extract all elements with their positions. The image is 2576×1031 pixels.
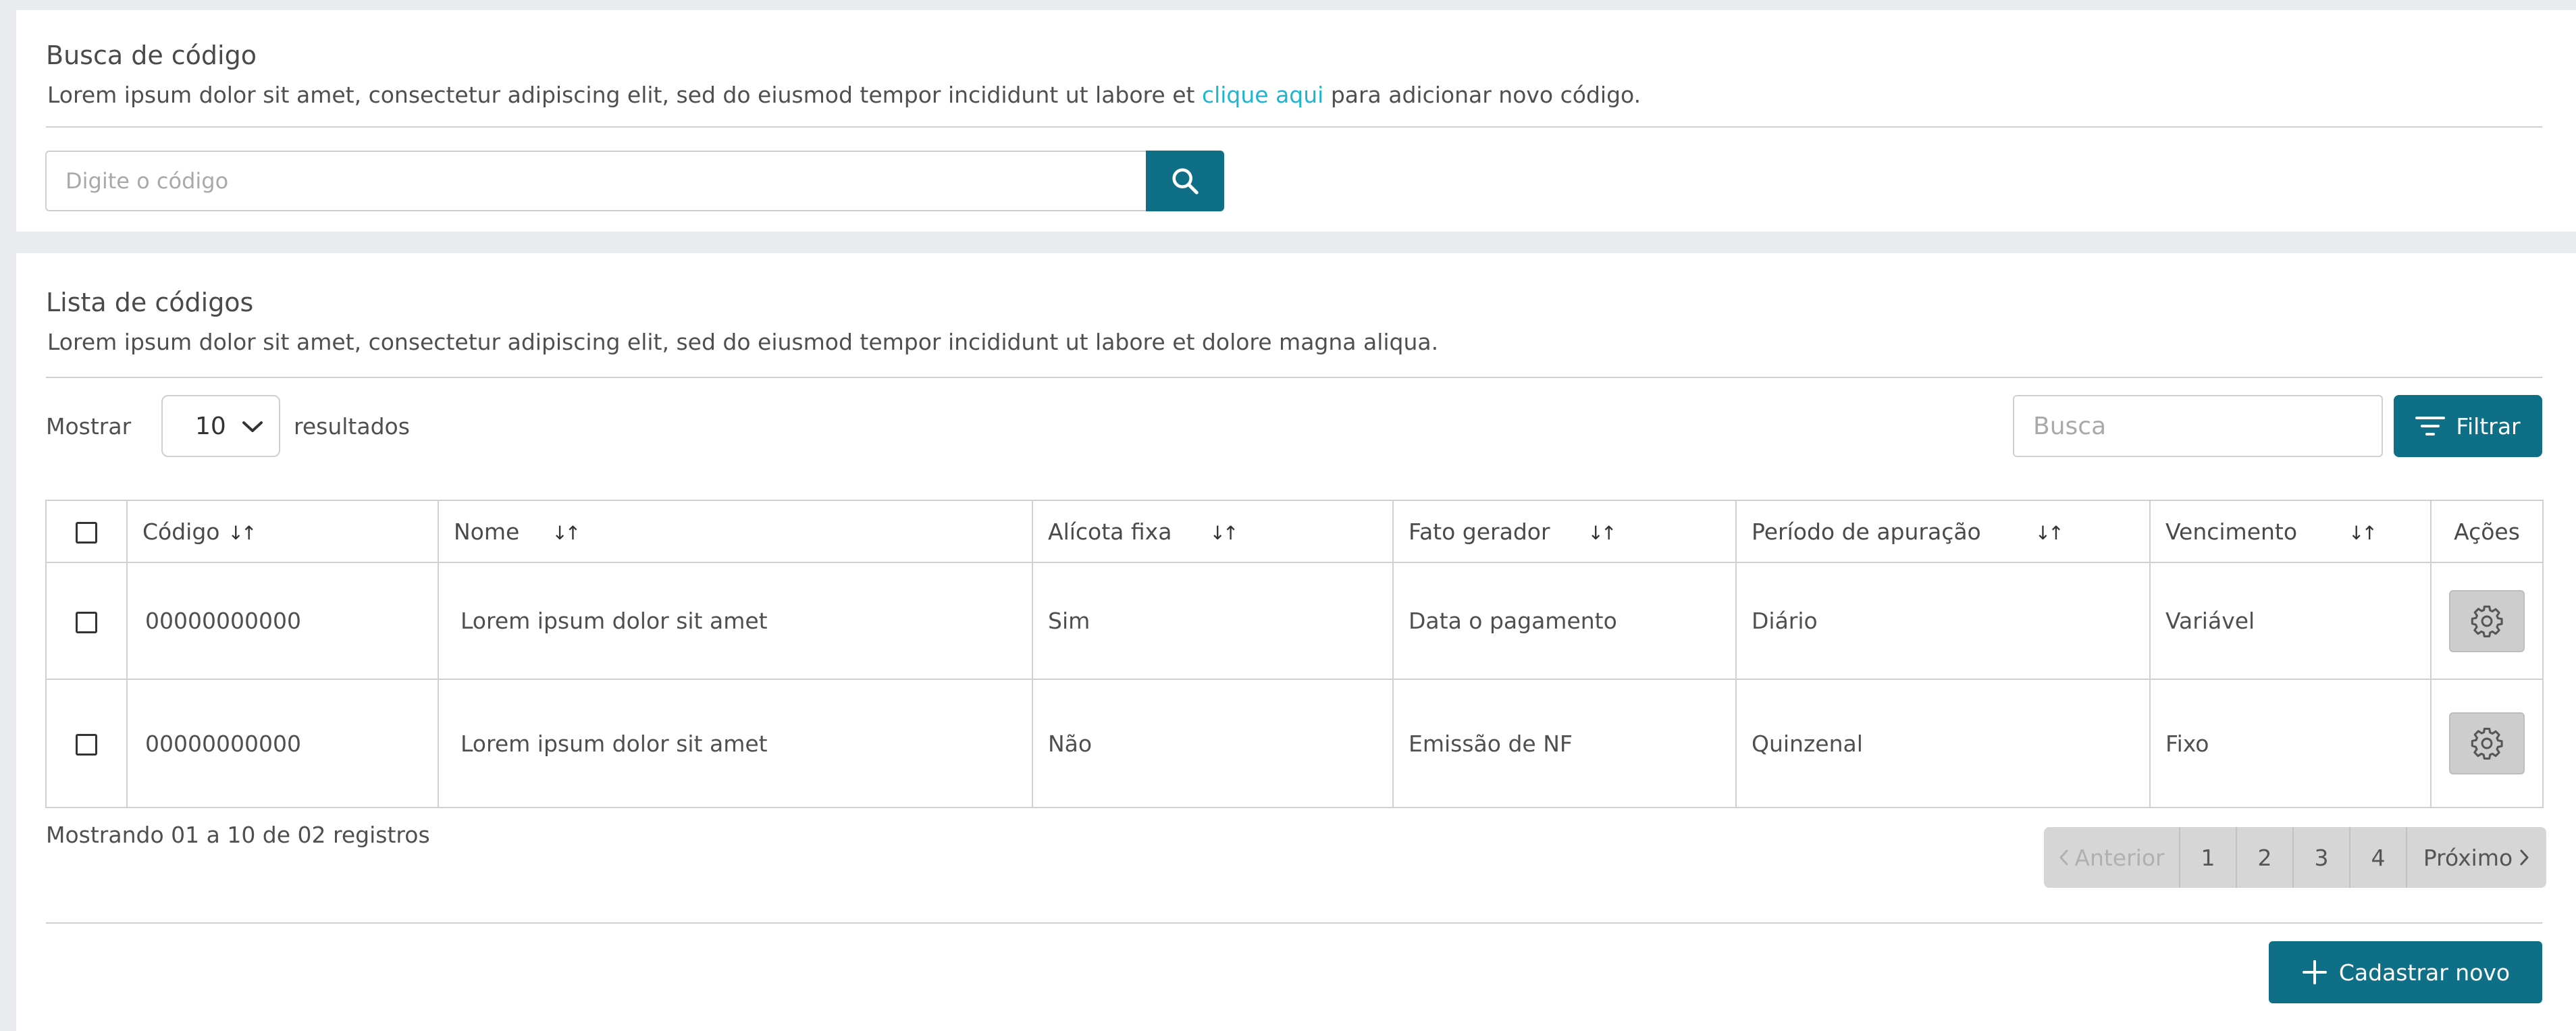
- row-checkbox[interactable]: [76, 611, 97, 633]
- cell-nome: Lorem ipsum dolor sit amet: [438, 679, 1033, 808]
- column-label: Vencimento: [2165, 518, 2298, 545]
- sort-icon[interactable]: ↓↑: [228, 522, 257, 544]
- show-label: Mostrar: [46, 413, 132, 440]
- column-label: Fato gerador: [1409, 518, 1550, 545]
- codes-table: Código ↓↑ Nome ↓↑ Alícota fixa ↓↑ Fato gera…: [45, 500, 2544, 808]
- cell-periodo: Diário: [1735, 562, 2151, 680]
- chevron-left-icon: [2059, 849, 2068, 866]
- pagination-next[interactable]: Próximo: [2407, 827, 2546, 888]
- select-all-cell: [45, 500, 128, 563]
- row-checkbox[interactable]: [76, 734, 97, 756]
- column-header-aliquota[interactable]: Alícota fixa ↓↑: [1032, 500, 1394, 563]
- cell-acoes: [2430, 679, 2544, 808]
- row-settings-button[interactable]: [2449, 712, 2525, 774]
- results-label: resultados: [294, 413, 410, 440]
- cell-vencimento: Fixo: [2149, 679, 2432, 808]
- pagination-prev-label: Anterior: [2074, 844, 2165, 871]
- add-new-label: Cadastrar novo: [2338, 959, 2511, 986]
- pagination-page-3[interactable]: 3: [2294, 827, 2350, 888]
- filter-label: Filtrar: [2456, 413, 2521, 440]
- table-row: 00000000000 Lorem ipsum dolor sit amet N…: [45, 679, 2544, 808]
- column-label: Período de apuração: [1752, 518, 1981, 545]
- search-description: Lorem ipsum dolor sit amet, consectetur …: [47, 82, 1641, 108]
- pagination-prev[interactable]: Anterior: [2044, 827, 2180, 888]
- column-header-periodo[interactable]: Período de apuração ↓↑: [1735, 500, 2151, 563]
- cell-periodo: Quinzenal: [1735, 679, 2151, 808]
- gear-icon: [2471, 605, 2503, 637]
- list-description: Lorem ipsum dolor sit amet, consectetur …: [47, 329, 1439, 355]
- cell-codigo: 00000000000: [126, 679, 439, 808]
- row-select-cell: [45, 562, 128, 680]
- records-info: Mostrando 01 a 10 de 02 registros: [46, 822, 430, 848]
- table-header-row: Código ↓↑ Nome ↓↑ Alícota fixa ↓↑ Fato gera…: [45, 500, 2544, 563]
- column-header-nome[interactable]: Nome ↓↑: [438, 500, 1033, 563]
- cell-vencimento: Variável: [2149, 562, 2432, 680]
- search-divider: [46, 126, 2542, 128]
- column-label: Nome: [454, 518, 520, 545]
- column-label: Código: [142, 518, 220, 545]
- cell-aliquota: Não: [1032, 679, 1394, 808]
- filter-button[interactable]: Filtrar: [2394, 395, 2542, 457]
- list-search-input[interactable]: [2013, 395, 2383, 457]
- list-divider: [46, 377, 2542, 378]
- search-description-suffix: para adicionar novo código.: [1323, 82, 1641, 108]
- pagination: Anterior 1 2 3 4 Próximo: [2044, 827, 2546, 888]
- sort-icon[interactable]: ↓↑: [1588, 522, 1617, 544]
- cell-codigo: 00000000000: [126, 562, 439, 680]
- add-code-link[interactable]: clique aqui: [1202, 82, 1323, 108]
- list-card: Lista de códigos Lorem ipsum dolor sit a…: [16, 253, 2576, 1031]
- row-select-cell: [45, 679, 128, 808]
- sort-icon[interactable]: ↓↑: [1209, 522, 1238, 544]
- row-settings-button[interactable]: [2449, 589, 2525, 652]
- code-search-button[interactable]: [1146, 151, 1224, 211]
- column-header-vencimento[interactable]: Vencimento ↓↑: [2149, 500, 2432, 563]
- pagination-page-2[interactable]: 2: [2237, 827, 2294, 888]
- sort-icon[interactable]: ↓↑: [2035, 522, 2064, 544]
- chevron-down-icon: [242, 421, 263, 432]
- filter-icon: [2415, 417, 2446, 435]
- cell-fato-gerador: Data o pagamento: [1392, 562, 1737, 680]
- plus-icon: [2302, 960, 2327, 984]
- page-size-select[interactable]: 10: [161, 395, 280, 457]
- search-icon: [1172, 168, 1199, 194]
- column-header-acoes: Ações: [2430, 500, 2544, 563]
- sort-icon[interactable]: ↓↑: [2348, 522, 2377, 544]
- cell-nome: Lorem ipsum dolor sit amet: [438, 562, 1033, 680]
- footer-divider: [46, 922, 2542, 924]
- cell-fato-gerador: Emissão de NF: [1392, 679, 1737, 808]
- pagination-next-label: Próximo: [2423, 844, 2513, 871]
- cell-acoes: [2430, 562, 2544, 680]
- search-title: Busca de código: [46, 41, 257, 70]
- select-all-checkbox[interactable]: [76, 522, 97, 544]
- gear-icon: [2471, 727, 2503, 760]
- pagination-page-1[interactable]: 1: [2180, 827, 2237, 888]
- table-row: 00000000000 Lorem ipsum dolor sit amet S…: [45, 562, 2544, 680]
- column-header-fato-gerador[interactable]: Fato gerador ↓↑: [1392, 500, 1737, 563]
- page-size-value: 10: [195, 412, 226, 440]
- search-card: Busca de código Lorem ipsum dolor sit am…: [16, 10, 2576, 232]
- column-label: Alícota fixa: [1048, 518, 1172, 545]
- sort-icon[interactable]: ↓↑: [552, 522, 581, 544]
- cell-aliquota: Sim: [1032, 562, 1394, 680]
- add-new-button[interactable]: Cadastrar novo: [2269, 941, 2542, 1003]
- search-description-text: Lorem ipsum dolor sit amet, consectetur …: [47, 82, 1202, 108]
- pagination-page-4[interactable]: 4: [2350, 827, 2407, 888]
- list-title: Lista de códigos: [46, 288, 254, 317]
- code-search-input[interactable]: [45, 151, 1159, 211]
- chevron-right-icon: [2520, 849, 2529, 866]
- column-header-codigo[interactable]: Código ↓↑: [126, 500, 439, 563]
